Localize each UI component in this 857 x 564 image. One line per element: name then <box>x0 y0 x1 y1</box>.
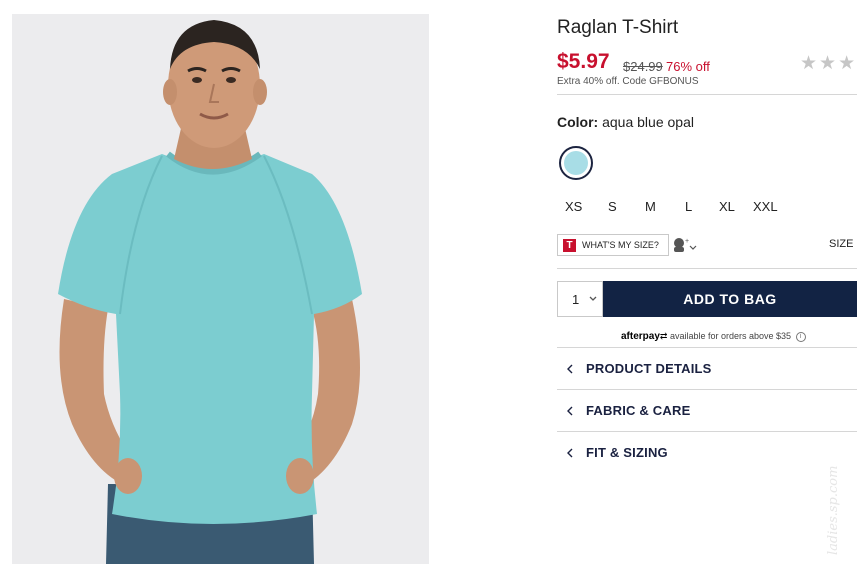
size-option-m[interactable]: M <box>645 199 656 214</box>
size-option-xs[interactable]: XS <box>565 199 582 214</box>
size-option-s[interactable]: S <box>608 199 617 214</box>
accordion-label: PRODUCT DETAILS <box>586 361 712 376</box>
svg-text:+: + <box>685 238 689 245</box>
accordion-label: FABRIC & CARE <box>586 403 691 418</box>
product-photo-illustration <box>12 14 429 564</box>
afterpay-note: afterpay⇄ available for orders above $35… <box>621 331 806 342</box>
chevron-left-icon <box>567 448 573 458</box>
add-to-bag-button[interactable]: ADD TO BAG <box>603 281 857 317</box>
product-info-panel: Raglan T-Shirt $5.97 $24.99 76% off Extr… <box>557 0 857 564</box>
quantity-select[interactable]: 1 <box>557 281 603 317</box>
quantity-value: 1 <box>572 292 580 307</box>
accordion-product-details[interactable]: PRODUCT DETAILS <box>557 348 857 389</box>
size-chart-link[interactable]: SIZE <box>829 238 853 250</box>
discount-percent: 76% off <box>666 59 710 74</box>
fit-profile-icon[interactable]: + <box>673 237 699 253</box>
color-swatch-aqua-blue-opal[interactable] <box>559 146 593 180</box>
product-title: Raglan T-Shirt <box>557 17 679 38</box>
chevron-left-icon <box>567 364 573 374</box>
promo-code-text: Extra 40% off. Code GFBONUS <box>557 76 699 87</box>
accordion-fabric-care[interactable]: FABRIC & CARE <box>557 390 857 431</box>
size-selector: XS S M L XL XXL <box>557 199 797 217</box>
watermark: ladies.sp.com <box>826 465 841 555</box>
afterpay-logo: afterpay <box>621 331 660 342</box>
size-option-l[interactable]: L <box>685 199 692 214</box>
afterpay-text: available for orders above $35 <box>669 331 792 341</box>
divider <box>557 268 857 269</box>
whats-my-size-label: WHAT'S MY SIZE? <box>582 240 659 250</box>
chevron-left-icon <box>567 406 573 416</box>
accordion-label: FIT & SIZING <box>586 445 668 460</box>
rating-stars[interactable]: ★★★ <box>800 52 857 75</box>
size-option-xxl[interactable]: XXL <box>753 199 778 214</box>
original-price: $24.99 <box>623 59 663 74</box>
product-image[interactable] <box>12 14 429 564</box>
accordion-fit-sizing[interactable]: FIT & SIZING <box>557 432 857 473</box>
afterpay-loop-icon: ⇄ <box>659 331 668 341</box>
size-option-xl[interactable]: XL <box>719 199 735 214</box>
divider <box>557 94 857 95</box>
info-icon[interactable]: i <box>795 331 806 342</box>
chevron-down-icon <box>589 296 597 301</box>
color-label-row: Color: aqua blue opal <box>557 114 694 130</box>
color-value: aqua blue opal <box>602 114 694 130</box>
true-fit-logo-icon: T <box>563 239 576 252</box>
color-label: Color: <box>557 114 599 130</box>
whats-my-size-button[interactable]: T WHAT'S MY SIZE? <box>557 234 669 256</box>
sale-price: $5.97 <box>557 50 610 73</box>
